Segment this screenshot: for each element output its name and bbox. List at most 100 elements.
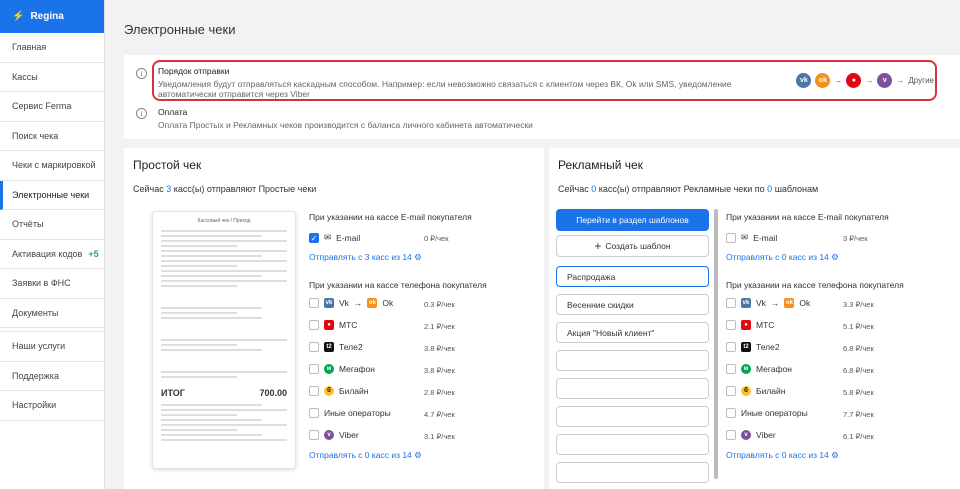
receipt-total: ИТОГ 700.00 (161, 388, 287, 398)
mail-icon: ✉ (324, 232, 332, 242)
operator-price: 4.7 ₽/чек (424, 410, 455, 419)
operator-row-viber[interactable]: v Viber (309, 430, 359, 440)
sidebar-item-docs[interactable]: Документы (0, 299, 104, 328)
sidebar-item-e-receipts[interactable]: Электронные чеки (0, 180, 104, 210)
operator-row-beeline[interactable]: б Билайн (309, 386, 368, 396)
receipt-line (161, 317, 262, 319)
templates-scrollbar[interactable] (714, 209, 718, 479)
operator-row-others[interactable]: Иные операторы (309, 408, 391, 418)
operator-price: 2.8 ₽/чек (424, 388, 455, 397)
operator-name: Vk (339, 298, 349, 308)
email-option[interactable]: ✉ E-mail (726, 232, 777, 243)
simple-status: Сейчас 3 касс(ы) отправляют Простые чеки (133, 184, 316, 194)
checkbox[interactable] (309, 364, 319, 374)
operator-row-vk-ok[interactable]: vk Vk → ok Ok (309, 298, 393, 308)
template-empty-slot[interactable] (556, 462, 709, 483)
link-text: Отправлять с 3 касс из 14 (309, 252, 412, 262)
goto-templates-button[interactable]: Перейти в раздел шаблонов (556, 209, 709, 231)
template-empty-slot[interactable] (556, 406, 709, 427)
sidebar-item-settings[interactable]: Настройки (0, 391, 104, 421)
receipt-line (161, 265, 237, 267)
operator-row-megafon[interactable]: м Мегафон (309, 364, 375, 374)
operator-name: Мегафон (756, 364, 792, 374)
operator-row-mts[interactable]: ● МТС (309, 320, 357, 330)
operator-name: Vk (756, 298, 766, 308)
receipt-line (161, 307, 262, 309)
arrow-icon: → (353, 298, 363, 308)
checkbox[interactable] (726, 364, 736, 374)
sidebar-item-services[interactable]: Наши услуги (0, 332, 104, 362)
operator-name: Теле2 (339, 342, 363, 352)
checkbox[interactable] (726, 342, 736, 352)
operator-name: Билайн (756, 386, 786, 396)
main-content: Электронные чеки i Порядок отправки Увед… (106, 0, 960, 489)
operator-row-mts[interactable]: ● МТС (726, 320, 774, 330)
operator-row-others[interactable]: Иные операторы (726, 408, 808, 418)
checkbox-checked[interactable]: ✓ (309, 232, 319, 243)
arrow-icon: → (865, 76, 874, 85)
viber-icon: v (324, 430, 334, 440)
sidebar: ⚡ Regina Главная Кассы Сервис Ferma Поиск… (0, 0, 105, 489)
sidebar-item-support[interactable]: Поддержка (0, 362, 104, 391)
info-box: i Порядок отправки Уведомления будут отп… (124, 55, 960, 139)
checkbox[interactable] (726, 408, 736, 418)
operator-row-vk-ok[interactable]: vk Vk → ok Ok (726, 298, 810, 308)
payment-title: Оплата (158, 107, 188, 117)
operator-price: 6.1 ₽/чек (843, 432, 874, 441)
template-item[interactable]: Весенние скидки (556, 294, 709, 315)
vk-icon: vk (324, 298, 334, 308)
brand-logo[interactable]: ⚡ Regina (0, 0, 104, 33)
phone-send-link[interactable]: Отправлять с 0 касс из 14 ⚙ (309, 450, 422, 461)
checkbox[interactable] (309, 342, 319, 352)
operator-row-tele2[interactable]: t2 Теле2 (309, 342, 363, 352)
checkbox[interactable] (726, 386, 736, 396)
checkbox[interactable] (726, 320, 736, 330)
operator-price: 3.8 ₽/чек (424, 344, 455, 353)
gear-icon: ⚙ (414, 252, 422, 262)
operator-name: МТС (339, 320, 358, 330)
operator-row-megafon[interactable]: м Мегафон (726, 364, 792, 374)
operator-row-tele2[interactable]: t2 Теле2 (726, 342, 780, 352)
operator-row-beeline[interactable]: б Билайн (726, 386, 785, 396)
checkbox[interactable] (309, 430, 319, 440)
template-item[interactable]: Акция "Новый клиент" (556, 322, 709, 343)
payment-text: Оплата Простых и Рекламных чеков произво… (158, 120, 533, 130)
checkbox[interactable] (309, 386, 319, 396)
email-send-link[interactable]: Отправлять с 0 касс из 14 ⚙ (726, 252, 839, 263)
receipt-line (161, 371, 287, 373)
sidebar-item-codes[interactable]: Активация кодов +5 (0, 240, 104, 269)
gear-icon: ⚙ (831, 252, 839, 262)
phone-send-link[interactable]: Отправлять с 0 касс из 14 ⚙ (726, 450, 839, 461)
checkbox[interactable] (309, 320, 319, 330)
sidebar-item-marking[interactable]: Чеки с маркировкой (0, 151, 104, 181)
operator-price: 3.1 ₽/чек (424, 432, 455, 441)
operator-price: 0.3 ₽/чек (424, 300, 455, 309)
sidebar-item-search[interactable]: Поиск чека (0, 122, 104, 151)
sidebar-item-kassy[interactable]: Кассы (0, 63, 104, 92)
operator-name: Иные операторы (741, 408, 808, 418)
operator-row-viber[interactable]: v Viber (726, 430, 776, 440)
checkbox[interactable] (309, 298, 319, 308)
sidebar-item-fns[interactable]: Заявки в ФНС (0, 269, 104, 299)
email-option[interactable]: ✓ ✉ E-mail (309, 232, 360, 243)
create-template-button[interactable]: + Создать шаблон (556, 235, 709, 257)
email-header: При указании на кассе E-mail покупателя (726, 212, 889, 222)
checkbox[interactable] (726, 232, 736, 243)
operator-price: 3.8 ₽/чек (424, 366, 455, 375)
template-empty-slot[interactable] (556, 350, 709, 371)
checkbox[interactable] (726, 430, 736, 440)
checkbox[interactable] (726, 298, 736, 308)
sidebar-item-reports[interactable]: Отчёты (0, 210, 104, 240)
checkbox[interactable] (309, 408, 319, 418)
vk-icon: vk (796, 73, 812, 88)
operator-price: 6.8 ₽/чек (843, 344, 874, 353)
template-empty-slot[interactable] (556, 378, 709, 399)
mail-icon: ✉ (741, 232, 749, 242)
tele2-icon: t2 (741, 342, 751, 352)
template-item[interactable]: Распродажа (556, 266, 709, 287)
sidebar-item-ferma[interactable]: Сервис Ferma (0, 92, 104, 122)
email-send-link[interactable]: Отправлять с 3 касс из 14 ⚙ (309, 252, 422, 263)
sidebar-item-main[interactable]: Главная (0, 33, 104, 63)
template-empty-slot[interactable] (556, 434, 709, 455)
email-price: 3 ₽/чек (843, 234, 868, 243)
